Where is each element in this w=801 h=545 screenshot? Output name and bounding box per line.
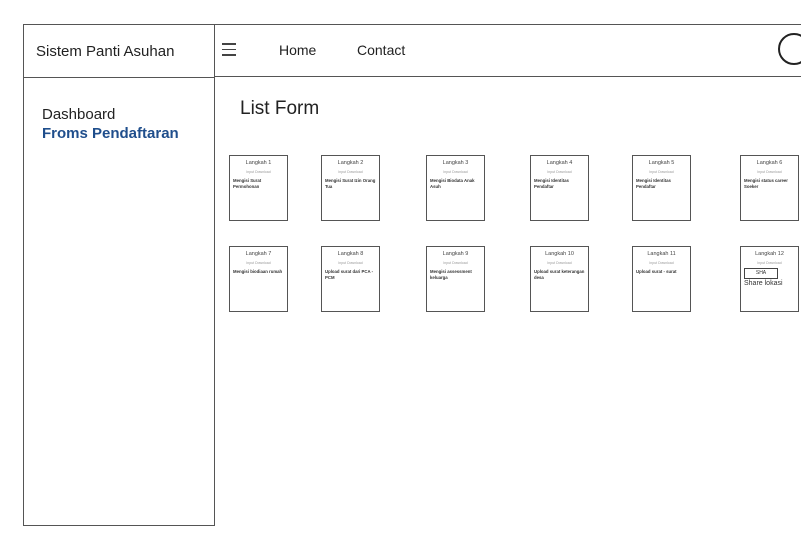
- card-input-download-link[interactable]: Input Download: [534, 170, 585, 174]
- form-card-step-6[interactable]: Langkah 6 Input Download Mengisi status …: [740, 155, 799, 221]
- profile-avatar-icon[interactable]: [778, 33, 801, 65]
- form-card-step-11[interactable]: Langkah 11 Input Download Upload surat -…: [632, 246, 691, 312]
- card-input-download-link[interactable]: Input Download: [325, 261, 376, 265]
- card-description: Mengisi Identitas Pendaftar: [534, 178, 569, 189]
- card-step-label: Langkah 7: [245, 251, 272, 257]
- card-description: Mengisi biodiaan rumah: [233, 269, 283, 274]
- share-location-label: Share lokasi: [744, 280, 783, 287]
- card-step-label: Langkah 6: [756, 160, 783, 166]
- page-title: List Form: [240, 98, 320, 119]
- form-card-step-8[interactable]: Langkah 8 Input Download Upload surat da…: [321, 246, 380, 312]
- card-step-label: Langkah 10: [545, 251, 574, 257]
- card-step-label: Langkah 9: [442, 251, 469, 257]
- card-input-download-link[interactable]: Input Download: [325, 170, 376, 174]
- card-description: Mengisi Surat Permohonan: [233, 178, 262, 189]
- card-input-download-link[interactable]: Input Download: [233, 261, 284, 265]
- card-step-label: Langkah 12: [755, 251, 784, 257]
- card-input-download-link[interactable]: Input Download: [636, 170, 687, 174]
- form-card-step-7[interactable]: Langkah 7 Input Download Mengisi biodiaa…: [229, 246, 288, 312]
- card-description: Mengisi Identitas Pendaftar: [636, 178, 671, 189]
- card-step-label: Langkah 3: [442, 160, 469, 166]
- card-description: Mengisi assessment keluarga: [430, 269, 472, 280]
- card-description: Upload surat dari PCA - PCM: [325, 269, 374, 280]
- form-card-step-5[interactable]: Langkah 5 Input Download Mengisi Identit…: [632, 155, 691, 221]
- card-step-label: Langkah 1: [245, 160, 272, 166]
- form-card-step-12[interactable]: Langkah 12 Input Download SHA Share loka…: [740, 246, 799, 312]
- card-input-download-link[interactable]: Input Download: [744, 170, 795, 174]
- card-step-label: Langkah 5: [648, 160, 675, 166]
- card-input-download-link[interactable]: Input Download: [636, 261, 687, 265]
- top-navbar: Home Contact: [215, 24, 801, 77]
- sidebar-item-forms-pendaftaran[interactable]: Froms Pendaftaran: [42, 124, 214, 143]
- form-card-step-10[interactable]: Langkah 10 Input Download Upload surat k…: [530, 246, 589, 312]
- sidebar-item-dashboard[interactable]: Dashboard: [42, 105, 214, 124]
- card-input-download-link[interactable]: Input Download: [430, 261, 481, 265]
- card-description: Mengisi Surat Izin Orang Tua: [325, 178, 376, 189]
- card-input-download-link[interactable]: Input Download: [534, 261, 585, 265]
- card-step-label: Langkah 11: [647, 251, 676, 257]
- card-input-download-link[interactable]: Input Download: [233, 170, 284, 174]
- form-card-step-2[interactable]: Langkah 2 Input Download Mengisi Surat I…: [321, 155, 380, 221]
- card-description: Upload surat - surat: [636, 269, 677, 274]
- share-location-button[interactable]: SHA: [744, 268, 778, 279]
- form-card-step-9[interactable]: Langkah 9 Input Download Mengisi assessm…: [426, 246, 485, 312]
- form-card-step-3[interactable]: Langkah 3 Input Download Mengisi Biodata…: [426, 155, 485, 221]
- hamburger-menu-icon[interactable]: [222, 43, 236, 57]
- card-input-download-link[interactable]: Input Download: [430, 170, 481, 174]
- card-step-label: Langkah 8: [337, 251, 364, 257]
- nav-home-link[interactable]: Home: [279, 42, 316, 58]
- sidebar: Sistem Panti Asuhan Dashboard Froms Pend…: [23, 24, 215, 526]
- card-description: Upload surat keterangan desa: [534, 269, 585, 280]
- form-card-step-1[interactable]: Langkah 1 Input Download Mengisi Surat P…: [229, 155, 288, 221]
- form-card-step-4[interactable]: Langkah 4 Input Download Mengisi Identit…: [530, 155, 589, 221]
- card-description: Mengisi Biodata Anak Asuh: [430, 178, 475, 189]
- nav-contact-link[interactable]: Contact: [357, 42, 405, 58]
- card-input-download-link[interactable]: Input Download: [744, 261, 795, 265]
- app-title: Sistem Panti Asuhan: [24, 25, 214, 78]
- card-step-label: Langkah 4: [546, 160, 573, 166]
- card-description: Mengisi status career Soeker: [744, 178, 788, 189]
- sidebar-nav: Dashboard Froms Pendaftaran: [24, 78, 214, 143]
- card-step-label: Langkah 2: [337, 160, 364, 166]
